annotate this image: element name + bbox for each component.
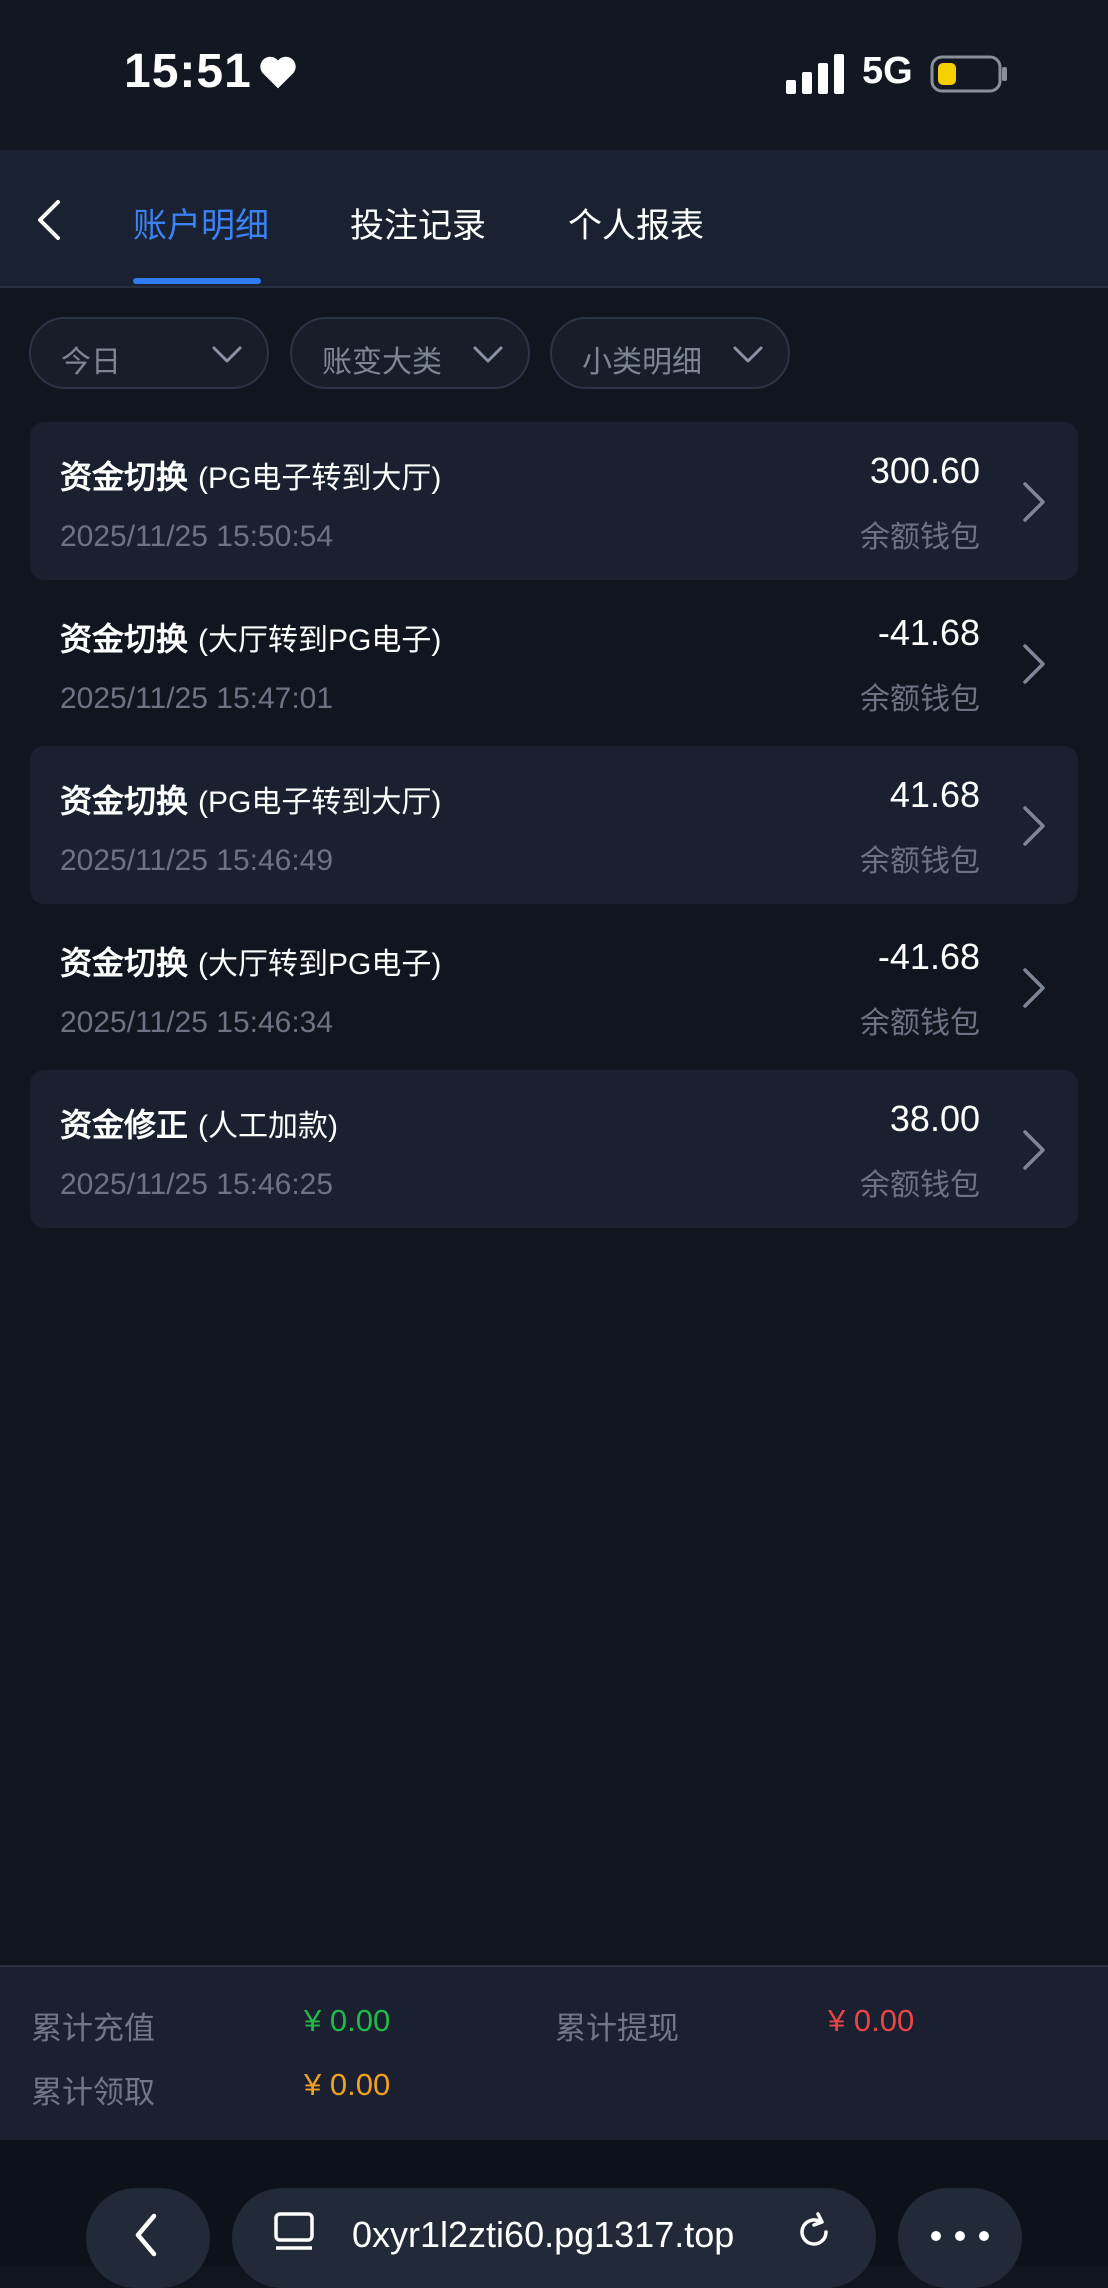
record-title-line: 资金修正 (人工加款) [60,1100,338,1146]
reload-icon[interactable] [792,2210,836,2254]
record-time: 2025/11/25 15:46:34 [60,1006,334,1039]
record-amount: -41.68 [877,612,980,653]
total-withdraw-label: 累计提现 [555,2011,679,2046]
total-withdraw-value: ¥ 0.00 [828,2003,915,2038]
record-title: 资金切换 [60,945,189,981]
header: 账户明细 投注记录 个人报表 [0,150,1108,288]
chevron-down-icon [473,346,503,363]
record-title-line: 资金切换 (PG电子转到大厅) [60,452,441,498]
record-title-line: 资金切换 (大厅转到PG电子) [60,938,441,984]
record-wallet: 余额钱包 [860,1007,980,1040]
tab-bet-records[interactable]: 投注记录 [350,198,486,247]
record-detail: (人工加款) [198,1110,338,1143]
filter-date-dropdown[interactable]: 今日 [29,317,269,389]
chevron-right-icon [1023,482,1045,522]
network-type: 5G [862,50,913,92]
status-time: 15:51 [124,45,252,98]
record-title: 资金切换 [60,621,189,657]
record-amount: 300.60 [869,450,980,491]
active-tab-indicator [133,278,261,284]
browser-toolbar: 0xyr1l2zti60.pg1317.top [0,2140,1108,2288]
chevron-down-icon [212,346,242,363]
filter-date-label: 今日 [61,346,121,379]
tab-personal-report[interactable]: 个人报表 [568,198,704,247]
record-time: 2025/11/25 15:46:49 [60,844,334,877]
record-title: 资金切换 [60,783,189,819]
record-time: 2025/11/25 15:47:01 [60,682,334,715]
total-recharge-value: ¥ 0.00 [304,2003,391,2038]
list-item[interactable]: 资金修正 (人工加款) 2025/11/25 15:46:25 38.00 余额钱… [30,1070,1078,1228]
chevron-right-icon [1023,644,1045,684]
total-claim-value: ¥ 0.00 [304,2067,391,2102]
list-item[interactable]: 资金切换 (PG电子转到大厅) 2025/11/25 15:50:54 300.6… [30,422,1078,580]
record-detail: (大厅转到PG电子) [198,624,442,657]
record-time: 2025/11/25 15:50:54 [60,520,334,553]
record-wallet: 余额钱包 [860,683,980,716]
summary-panel: 累计充值 ¥ 0.00 累计提现 ¥ 0.00 累计领取 ¥ 0.00 [0,1965,1108,2142]
chevron-right-icon [1023,1130,1045,1170]
browser-back-button[interactable] [86,2188,210,2288]
record-title: 资金切换 [60,459,189,495]
total-recharge-label: 累计充值 [31,2011,155,2046]
record-time: 2025/11/25 15:46:25 [60,1168,334,1201]
status-bar: 15:51 5G [0,0,1108,150]
url-text: 0xyr1l2zti60.pg1317.top [352,2214,735,2255]
record-wallet: 余额钱包 [860,845,980,878]
chevron-down-icon [733,346,763,363]
chevron-right-icon [1023,806,1045,846]
record-amount: -41.68 [877,936,980,977]
back-icon[interactable] [26,192,72,248]
total-claim-label: 累计领取 [31,2075,155,2110]
more-icon [931,2231,989,2241]
heart-icon [260,56,296,88]
record-amount: 38.00 [889,1098,980,1139]
battery-icon [930,55,1007,93]
status-clock: 15:51 [124,44,298,99]
record-detail: (PG电子转到大厅) [198,462,442,495]
record-title: 资金修正 [60,1107,189,1143]
filter-category-label: 账变大类 [322,346,442,379]
filter-category-dropdown[interactable]: 账变大类 [290,317,530,389]
list-item[interactable]: 资金切换 (大厅转到PG电子) 2025/11/25 15:47:01 -41.6… [30,584,1078,742]
filter-subcategory-dropdown[interactable]: 小类明细 [550,317,790,389]
tab-account-details[interactable]: 账户明细 [133,198,269,247]
record-title-line: 资金切换 (PG电子转到大厅) [60,776,441,822]
record-title-line: 资金切换 (大厅转到PG电子) [60,614,441,660]
record-detail: (大厅转到PG电子) [198,948,442,981]
record-detail: (PG电子转到大厅) [198,786,442,819]
chevron-right-icon [1023,968,1045,1008]
back-icon [135,2213,157,2257]
signal-icon [786,54,844,94]
list-item[interactable]: 资金切换 (PG电子转到大厅) 2025/11/25 15:46:49 41.68… [30,746,1078,904]
record-amount: 41.68 [889,774,980,815]
address-bar[interactable]: 0xyr1l2zti60.pg1317.top [232,2188,876,2288]
record-wallet: 余额钱包 [860,1169,980,1202]
tab-page-icon [274,2212,314,2250]
filter-subcategory-label: 小类明细 [582,346,702,379]
list-item[interactable]: 资金切换 (大厅转到PG电子) 2025/11/25 15:46:34 -41.6… [30,908,1078,1066]
browser-more-button[interactable] [898,2188,1022,2288]
record-wallet: 余额钱包 [860,521,980,554]
